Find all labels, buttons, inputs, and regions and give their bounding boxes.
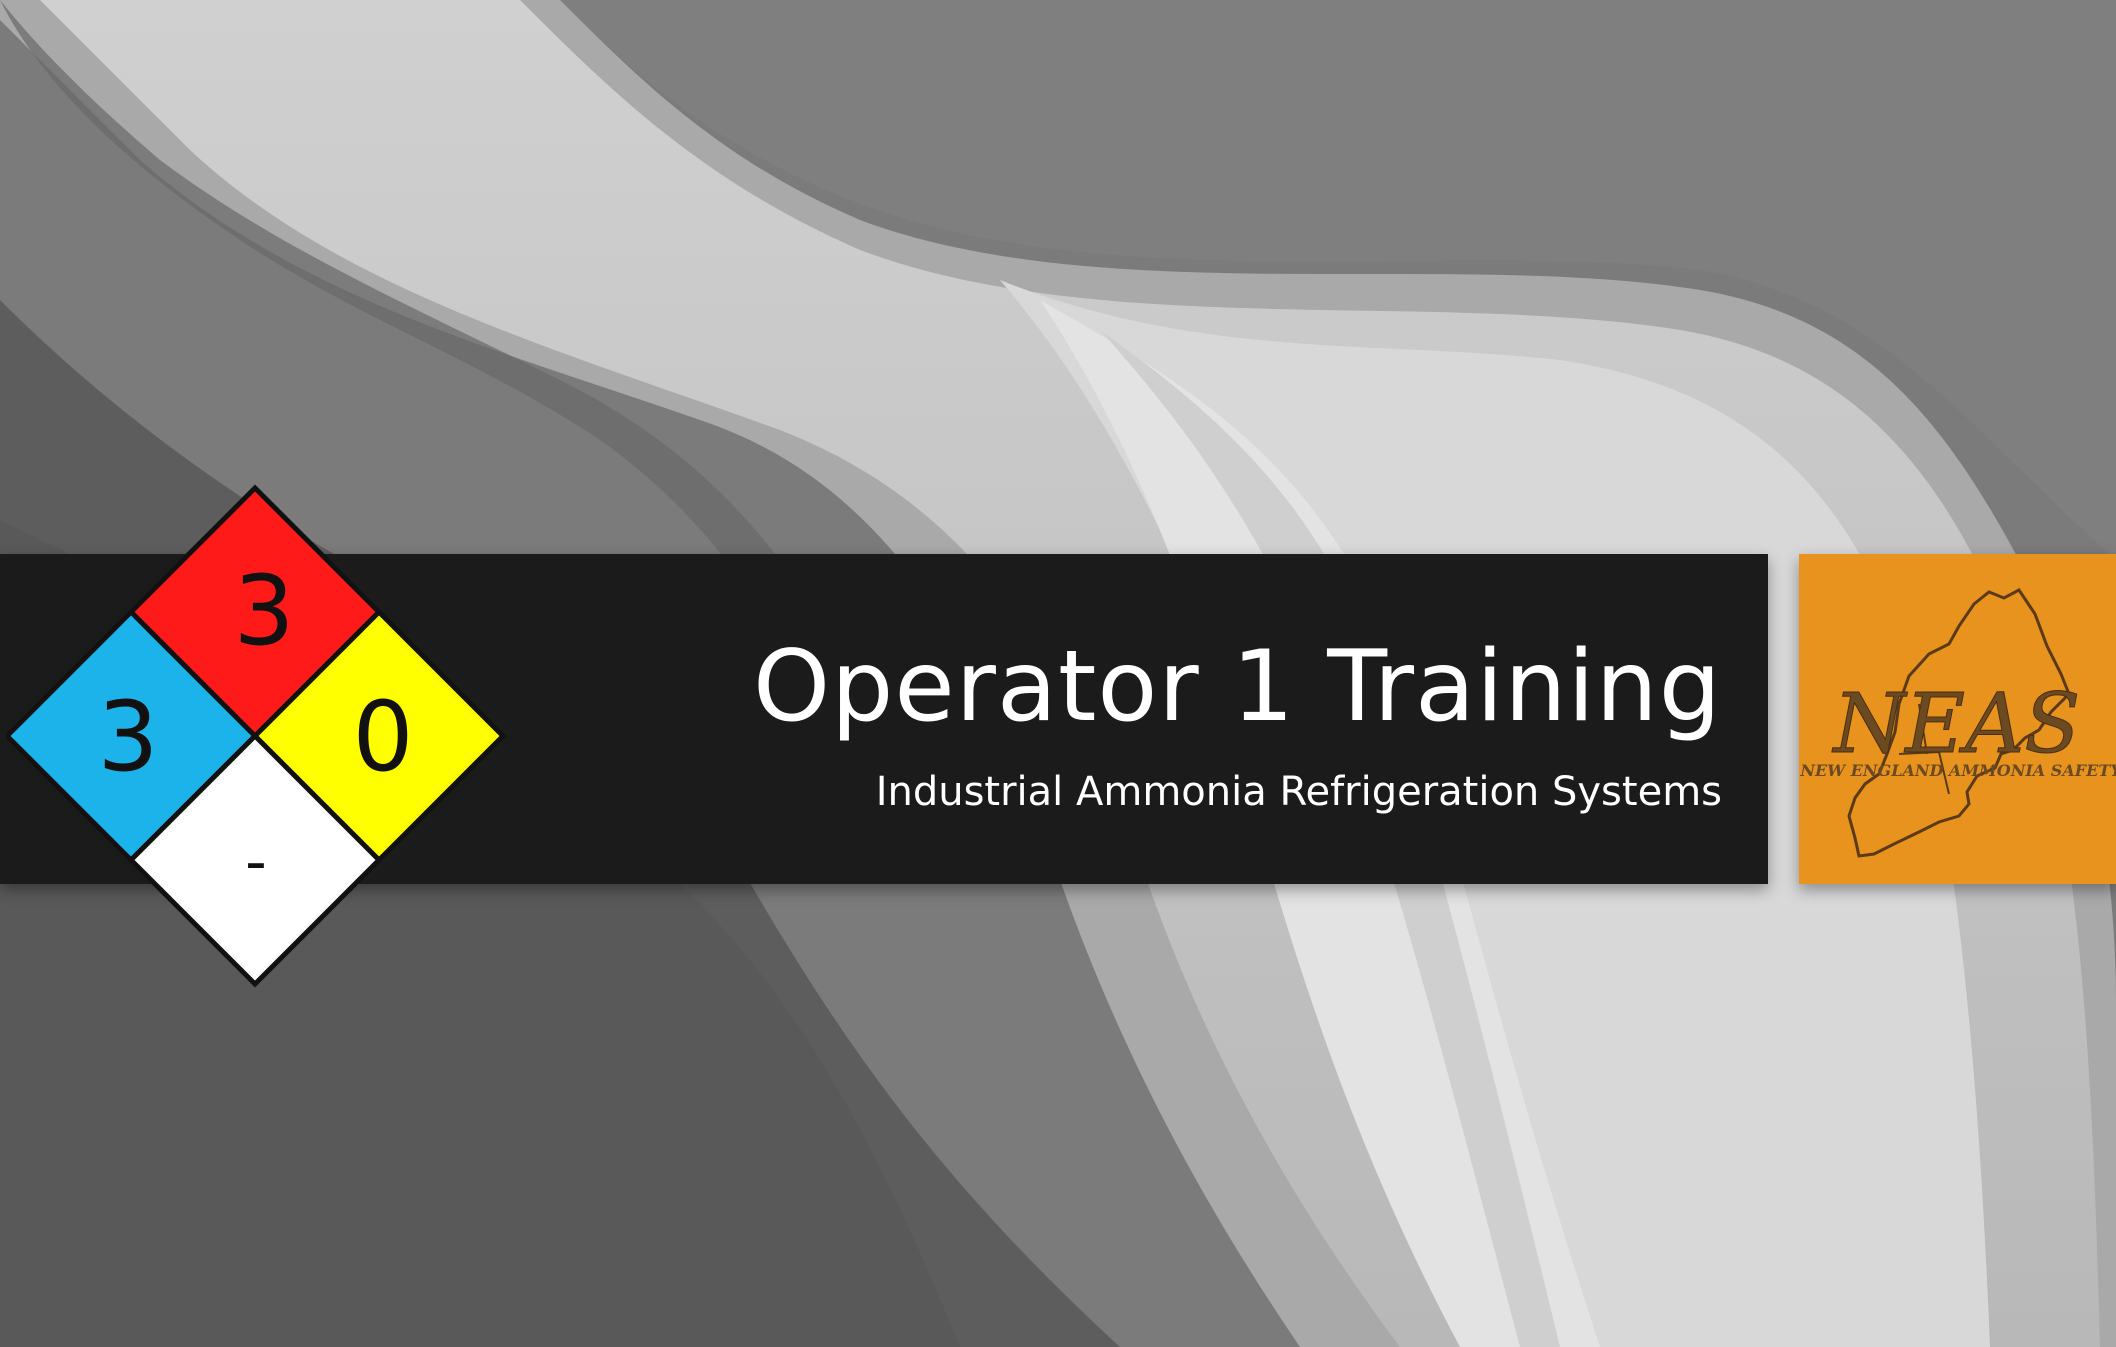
instability-rating: 0 — [352, 681, 413, 793]
special-rating: - — [245, 827, 267, 897]
flammability-rating: 3 — [233, 555, 294, 667]
new-england-map-icon: NEAS NEW ENGLAND AMMONIA SAFETY — [1799, 588, 2116, 858]
logo-name: NEAS — [1831, 677, 2080, 772]
health-rating: 3 — [97, 681, 158, 793]
neas-logo: NEAS NEW ENGLAND AMMONIA SAFETY — [1799, 554, 2116, 884]
slide-subtitle: Industrial Ammonia Refrigeration Systems — [875, 769, 1722, 815]
slide-title: Operator 1 Training — [753, 630, 1722, 744]
logo-tagline: NEW ENGLAND AMMONIA SAFETY — [1799, 761, 2116, 780]
nfpa-hazard-diamond: 3 3 0 - — [6, 484, 507, 988]
